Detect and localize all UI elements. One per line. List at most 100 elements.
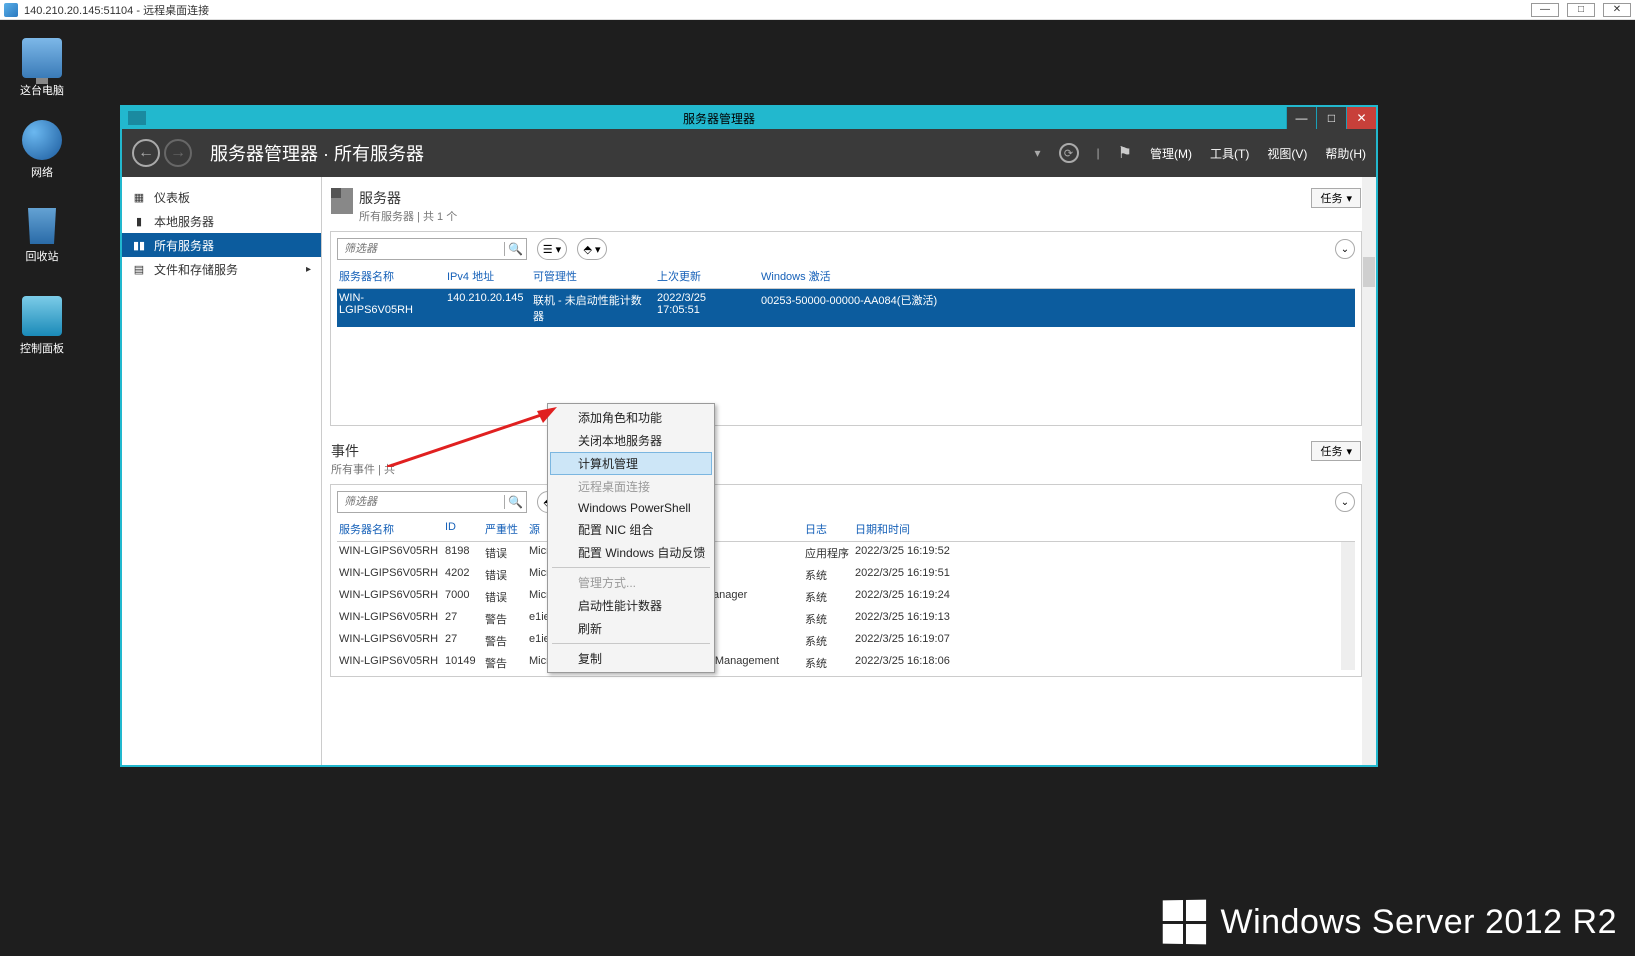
window-titlebar[interactable]: 服务器管理器 — □ ✕	[122, 107, 1376, 129]
menu-separator	[552, 643, 710, 644]
menu-separator	[552, 567, 710, 568]
col-activation[interactable]: Windows 激活	[761, 268, 1353, 284]
desktop-icon-control-panel[interactable]: 控制面板	[6, 296, 78, 356]
filter-input-wrapper[interactable]: 🔍	[337, 238, 527, 260]
cell-mgmt: 联机 - 未启动性能计数器	[533, 292, 657, 324]
event-row[interactable]: WIN-LGIPS6V05RH10149警告Microsoft-Windows-…	[337, 652, 1341, 670]
server-row[interactable]: WIN-LGIPS6V05RH 140.210.20.145 联机 - 未启动性…	[337, 289, 1355, 327]
col-severity[interactable]: 严重性	[485, 521, 529, 537]
cell-dt: 2022/3/25 16:19:51	[855, 567, 1339, 583]
main-content: 服务器 所有服务器 | 共 1 个 任务 ▾ 🔍	[322, 177, 1376, 765]
col-server-name[interactable]: 服务器名称	[339, 521, 445, 537]
context-menu-item[interactable]: 复制	[550, 647, 712, 670]
sidebar-item-all-servers[interactable]: ▮▮ 所有服务器	[122, 233, 321, 257]
col-log[interactable]: 日志	[805, 521, 855, 537]
desktop-icon-network[interactable]: 网络	[6, 120, 78, 180]
watermark-text: Windows Server 2012 R2	[1220, 903, 1617, 942]
remote-desktop: 这台电脑 网络 回收站 控制面板 服务器管理器 — □ ✕ ← → 服务器管理器…	[0, 20, 1635, 956]
server-manager-window: 服务器管理器 — □ ✕ ← → 服务器管理器 · 所有服务器 ▾ ⟳ | ⚑ …	[120, 105, 1378, 767]
sidebar-item-local-server[interactable]: ▮ 本地服务器	[122, 209, 321, 233]
context-menu-item[interactable]: 添加角色和功能	[550, 406, 712, 429]
filter-input[interactable]	[338, 239, 504, 259]
event-row[interactable]: WIN-LGIPS6V05RH27警告e1iexpress系统2022/3/25…	[337, 608, 1341, 630]
menu-tools[interactable]: 工具(T)	[1210, 145, 1249, 162]
sidebar-item-label: 仪表板	[154, 189, 190, 206]
chevron-down-icon: ▾	[1346, 192, 1352, 205]
breadcrumb: 服务器管理器 · 所有服务器	[210, 140, 424, 166]
context-menu-item[interactable]: 刷新	[550, 617, 712, 640]
servers-panel: 服务器 所有服务器 | 共 1 个 任务 ▾ 🔍	[330, 185, 1362, 426]
event-row[interactable]: WIN-LGIPS6V05RH8198错误Microsoft-Windows-S…	[337, 542, 1341, 564]
desktop-icon-recycle-bin[interactable]: 回收站	[6, 204, 78, 264]
desktop-icon-this-pc[interactable]: 这台电脑	[6, 38, 78, 98]
server-icon: ▮	[132, 214, 146, 228]
tasks-dropdown[interactable]: 任务 ▾	[1311, 188, 1361, 208]
cell-id: 10149	[445, 655, 485, 670]
window-title: 服务器管理器	[152, 110, 1286, 127]
context-menu: 添加角色和功能关闭本地服务器计算机管理远程桌面连接Windows PowerSh…	[547, 403, 715, 673]
refresh-icon[interactable]: ⟳	[1059, 143, 1079, 163]
nav-forward-button[interactable]: →	[164, 139, 192, 167]
expand-button[interactable]: ⌄	[1335, 239, 1355, 259]
sidebar-item-file-storage[interactable]: ▤ 文件和存储服务 ▸	[122, 257, 321, 281]
cell-dt: 2022/3/25 16:18:06	[855, 655, 1339, 670]
col-ip[interactable]: IPv4 地址	[447, 268, 533, 284]
context-menu-item[interactable]: 配置 Windows 自动反馈	[550, 541, 712, 564]
scrollbar-thumb[interactable]	[1342, 544, 1354, 594]
cell-name: WIN-LGIPS6V05RH	[339, 589, 445, 605]
sidebar: ▦ 仪表板 ▮ 本地服务器 ▮▮ 所有服务器 ▤ 文件和存储服务 ▸	[122, 177, 322, 765]
context-menu-item[interactable]: 计算机管理	[550, 452, 712, 475]
windows-logo-icon	[1163, 900, 1206, 945]
col-datetime[interactable]: 日期和时间	[855, 521, 1353, 537]
cell-name: WIN-LGIPS6V05RH	[339, 611, 445, 627]
tasks-label: 任务	[1320, 443, 1342, 459]
rdp-close-button[interactable]: ✕	[1603, 3, 1631, 17]
context-menu-item[interactable]: 启动性能计数器	[550, 594, 712, 617]
col-server-name[interactable]: 服务器名称	[339, 268, 447, 284]
filter-input-wrapper[interactable]: 🔍	[337, 491, 527, 513]
filter-input[interactable]	[338, 492, 504, 512]
save-dropdown[interactable]: ⬘ ▾	[577, 238, 607, 260]
context-menu-item[interactable]: Windows PowerShell	[550, 498, 712, 518]
menu-view[interactable]: 视图(V)	[1267, 145, 1307, 162]
panel-title: 事件	[331, 441, 395, 461]
sidebar-item-dashboard[interactable]: ▦ 仪表板	[122, 185, 321, 209]
scrollbar[interactable]	[1362, 177, 1376, 765]
servers-grid-header: 服务器名称 IPv4 地址 可管理性 上次更新 Windows 激活	[337, 264, 1355, 289]
menu-help[interactable]: 帮助(H)	[1325, 145, 1366, 162]
cell-id: 27	[445, 611, 485, 627]
menu-manage[interactable]: 管理(M)	[1150, 145, 1192, 162]
pc-icon	[22, 38, 62, 78]
cell-sev: 错误	[485, 567, 529, 583]
rdp-minimize-button[interactable]: —	[1531, 3, 1559, 17]
event-row[interactable]: WIN-LGIPS6V05RH4202错误Microsoft-Windows-I…	[337, 564, 1341, 586]
desktop-icon-label: 网络	[31, 167, 53, 179]
cell-sev: 错误	[485, 545, 529, 561]
flag-icon[interactable]: ⚑	[1118, 143, 1132, 163]
context-menu-item: 管理方式...	[550, 571, 712, 594]
event-row[interactable]: WIN-LGIPS6V05RH27警告e1iexpress系统2022/3/25…	[337, 630, 1341, 652]
cell-log: 系统	[805, 589, 855, 605]
col-last-update[interactable]: 上次更新	[657, 268, 761, 284]
context-menu-item[interactable]: 关闭本地服务器	[550, 429, 712, 452]
tasks-dropdown[interactable]: 任务 ▾	[1311, 441, 1361, 461]
close-button[interactable]: ✕	[1346, 107, 1376, 129]
events-rows: WIN-LGIPS6V05RH8198错误Microsoft-Windows-S…	[337, 542, 1355, 670]
col-manageability[interactable]: 可管理性	[533, 268, 657, 284]
expand-button[interactable]: ⌄	[1335, 492, 1355, 512]
cell-name: WIN-LGIPS6V05RH	[339, 633, 445, 649]
maximize-button[interactable]: □	[1316, 107, 1346, 129]
dropdown-indicator[interactable]: ▾	[1035, 146, 1041, 160]
cell-sev: 错误	[485, 589, 529, 605]
col-id[interactable]: ID	[445, 521, 485, 537]
minimize-button[interactable]: —	[1286, 107, 1316, 129]
search-icon[interactable]: 🔍	[504, 242, 526, 256]
cell-upd: 2022/3/25 17:05:51	[657, 292, 761, 324]
event-row[interactable]: WIN-LGIPS6V05RH7000错误Microsoft-Windows-S…	[337, 586, 1341, 608]
context-menu-item[interactable]: 配置 NIC 组合	[550, 518, 712, 541]
columns-dropdown[interactable]: ☰ ▾	[537, 238, 567, 260]
rdp-maximize-button[interactable]: □	[1567, 3, 1595, 17]
nav-back-button[interactable]: ←	[132, 139, 160, 167]
search-icon[interactable]: 🔍	[504, 495, 526, 509]
panel-subtitle: 所有事件 | 共	[331, 461, 395, 477]
